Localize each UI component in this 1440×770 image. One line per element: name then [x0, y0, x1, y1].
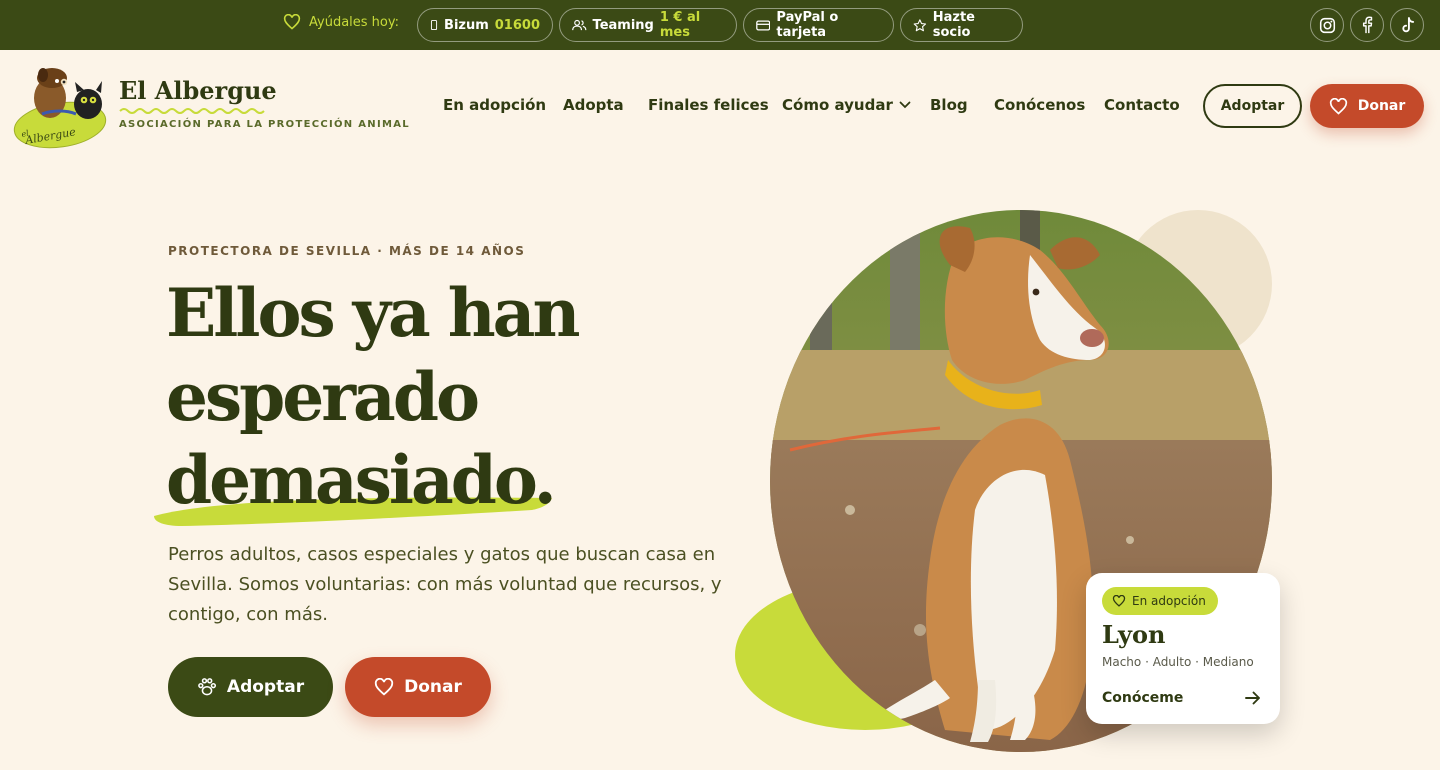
adoption-status-label: En adopción [1132, 594, 1206, 608]
star-icon [913, 18, 927, 31]
nav-conocenos[interactable]: Conócenos [994, 96, 1085, 114]
nav-adopta[interactable]: Adopta [563, 96, 624, 114]
arrow-right-icon[interactable] [1244, 690, 1262, 706]
bizum-label: Bizum [444, 17, 489, 33]
help-today: Ayúdales hoy: [283, 14, 399, 30]
teaming-button[interactable]: Teaming 1 € al mes [559, 8, 737, 42]
paypal-card-button[interactable]: PayPal o tarjeta [743, 8, 894, 42]
hero-title-line-3: demasiado. [166, 441, 557, 519]
heart-icon [1112, 595, 1126, 607]
hero-lead: Perros adultos, casos especiales y gatos… [168, 544, 722, 625]
credit-card-icon [756, 19, 771, 31]
tiktok-icon [1401, 16, 1414, 32]
featured-pet-card[interactable]: En adopción Lyon Macho · Adulto · Median… [1086, 573, 1280, 724]
adoption-status-badge: En adopción [1102, 587, 1218, 615]
nav-contacto[interactable]: Contacto [1104, 96, 1180, 114]
bizum-button[interactable]: Bizum 01600 [417, 8, 553, 42]
el-albergue-logo[interactable]: el Albergue [12, 62, 112, 150]
pet-details: Macho · Adulto · Mediano [1102, 655, 1254, 669]
nav-blog[interactable]: Blog [930, 96, 968, 114]
nav-en-adopcion[interactable]: En adopción [443, 96, 546, 114]
header-donate-button[interactable]: Donar [1310, 84, 1424, 128]
hazte-socio-label: Hazte socio [932, 10, 975, 40]
hazte-socio-button[interactable]: Hazte socio [900, 8, 1023, 42]
facebook-link[interactable] [1350, 8, 1384, 42]
paypal-label: PayPal o tarjeta [776, 10, 839, 40]
hero-donate-label: Donar [404, 677, 462, 697]
nav-como-ayudar-label: Cómo ayudar [782, 96, 893, 114]
hero-adopt-label: Adoptar [226, 677, 305, 697]
instagram-icon [1319, 17, 1335, 33]
tiktok-link[interactable] [1390, 8, 1424, 42]
meet-pet-link[interactable]: Conóceme [1102, 690, 1183, 706]
heart-icon [375, 678, 394, 696]
paw-icon [198, 678, 216, 696]
hero-title-line-1: Ellos ya han [166, 274, 580, 352]
heart-icon [283, 14, 301, 30]
teaming-amount: 1 € al mes [659, 10, 701, 40]
nav-como-ayudar[interactable]: Cómo ayudar [782, 96, 911, 114]
phone-icon [430, 19, 438, 31]
top-donation-bar: Ayúdales hoy: Bizum 01600 Teaming 1 € al… [0, 0, 1440, 50]
header-adopt-button[interactable]: Adoptar [1203, 84, 1302, 128]
brand-name[interactable]: El Albergue [119, 76, 277, 105]
facebook-icon [1362, 16, 1373, 34]
heart-icon [1329, 97, 1347, 115]
help-today-label: Ayúdales hoy: [309, 14, 399, 30]
teaming-label: Teaming [592, 17, 654, 33]
header-donate-label: Donar [1357, 98, 1406, 114]
brand-tagline: ASOCIACIÓN PARA LA PROTECCIÓN ANIMAL [119, 119, 410, 130]
chevron-down-icon [899, 101, 911, 109]
bizum-number: 01600 [494, 17, 540, 33]
site-header: el Albergue El Albergue ASOCIACIÓN PARA … [0, 50, 1440, 160]
hero-adopt-button[interactable]: Adoptar [168, 657, 333, 717]
nav-finales-felices[interactable]: Finales felices [648, 96, 769, 114]
hero-donate-button[interactable]: Donar [345, 657, 491, 717]
users-icon [572, 19, 587, 31]
brand-underline-squiggle [119, 108, 265, 114]
pet-name: Lyon [1102, 620, 1166, 649]
hero-title-line-2: esperado [166, 358, 480, 436]
instagram-link[interactable] [1310, 8, 1344, 42]
hero-eyebrow: PROTECTORA DE SEVILLA · MÁS DE 14 AÑOS [168, 244, 526, 258]
